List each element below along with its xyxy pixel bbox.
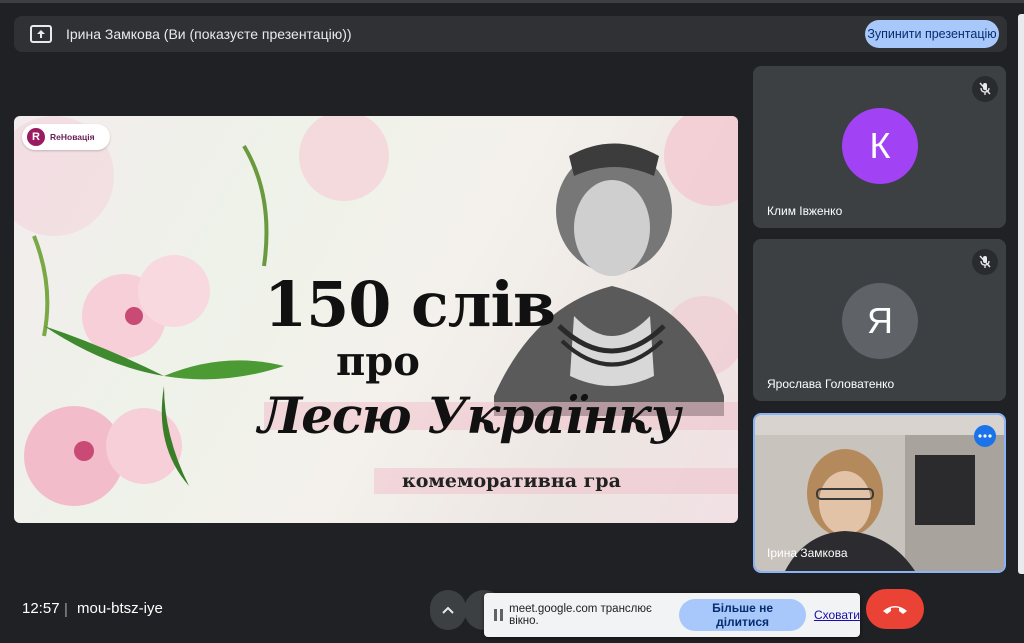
- share-message: meet.google.com транслює вікно.: [509, 603, 652, 627]
- clock-time: 12:57: [22, 600, 60, 617]
- presentation-slide: R ReНовація 150 слів про Лесю Українку к…: [14, 116, 738, 523]
- participant-name: Клим Івженко: [767, 204, 843, 218]
- meeting-code[interactable]: mou-btsz-iye: [77, 600, 163, 617]
- pause-icon: [494, 609, 503, 621]
- participant-name: Ірина Замкова: [767, 546, 848, 560]
- avatar: Я: [842, 283, 918, 359]
- participant-tile[interactable]: К Клим Івженко: [753, 66, 1006, 228]
- stop-sharing-button[interactable]: Більше не ділитися: [679, 599, 806, 631]
- presenting-banner: Ірина Замкова (Ви (показуєте презентацію…: [14, 16, 1007, 52]
- stop-presenting-button[interactable]: Зупинити презентацію: [865, 20, 999, 48]
- mic-off-icon: [972, 76, 998, 102]
- slide-title-line3: Лесю Українку: [258, 386, 681, 445]
- top-strip: [0, 0, 1024, 3]
- hang-up-icon: [883, 606, 907, 614]
- leave-call-button[interactable]: [866, 589, 924, 629]
- rehovatsia-logo: R ReНовація: [22, 124, 110, 150]
- chevron-up-icon: [442, 606, 454, 614]
- presenter-text: Ірина Замкова (Ви (показуєте презентацію…: [66, 26, 352, 42]
- participant-name: Ярослава Головатенко: [767, 377, 895, 391]
- side-panel-edge: [1018, 14, 1024, 574]
- avatar: К: [842, 108, 918, 184]
- participant-tile[interactable]: Я Ярослава Головатенко: [753, 239, 1006, 401]
- self-video-tile[interactable]: Ірина Замкова: [753, 413, 1006, 573]
- screen-share-notice: meet.google.com транслює вікно. Більше н…: [484, 593, 860, 637]
- separator: |: [64, 601, 68, 618]
- audio-options-button[interactable]: [430, 590, 466, 630]
- present-screen-icon: [30, 25, 52, 43]
- slide-title-line2: про: [336, 338, 420, 385]
- slide-title-line1: 150 слів: [264, 268, 556, 341]
- hide-link[interactable]: Сховати: [814, 608, 860, 622]
- mic-off-icon: [972, 249, 998, 275]
- slide-subtitle: комеморативна гра: [402, 470, 621, 492]
- logo-mark: R: [27, 128, 45, 146]
- more-options-icon[interactable]: [974, 425, 996, 447]
- logo-text: ReНовація: [50, 132, 95, 142]
- blossom-flowers: [24, 255, 284, 506]
